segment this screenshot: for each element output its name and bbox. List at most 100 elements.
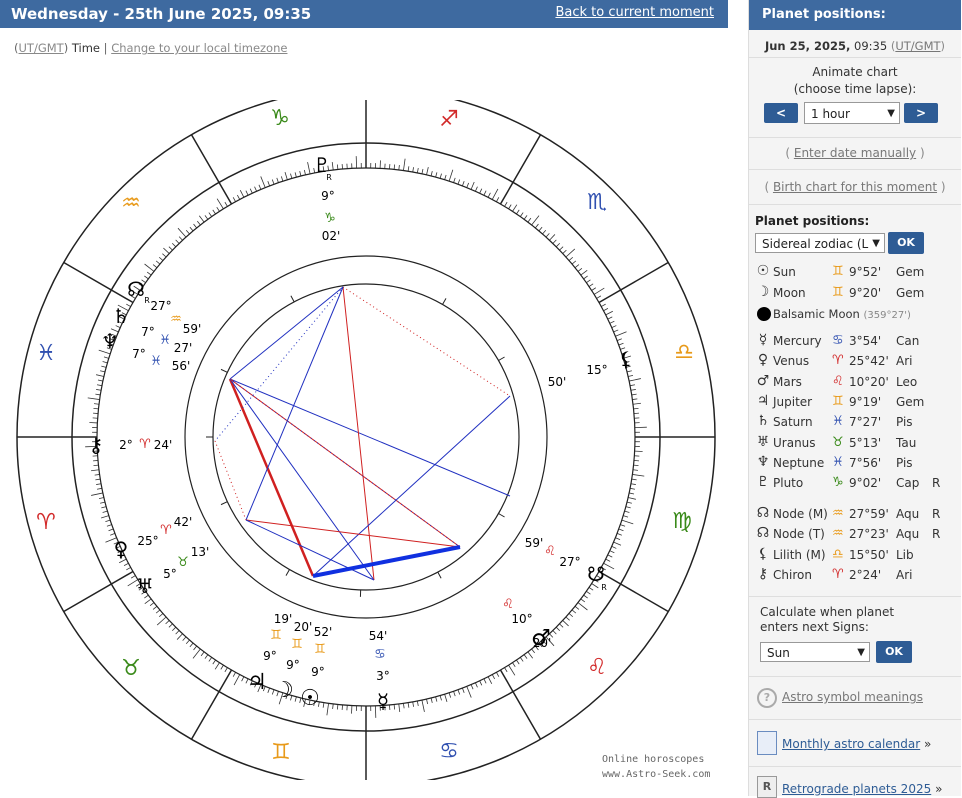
utc-link[interactable]: UT/GMT	[19, 41, 64, 55]
change-timezone-link[interactable]: Change to your local timezone	[111, 41, 287, 55]
degree-tick	[632, 394, 637, 395]
lilith-deg: 15°	[586, 363, 607, 377]
next-button[interactable]: >	[904, 103, 938, 123]
birth-chart-link[interactable]: Birth chart for this moment	[773, 180, 937, 194]
uranus-deg: 5°	[163, 567, 177, 581]
calc-planet-select[interactable]: Sun▼	[760, 642, 870, 662]
node-t-deg: 27°	[559, 555, 580, 569]
degree-tick	[431, 171, 432, 176]
degree-tick	[586, 591, 590, 594]
planet-row[interactable]: ⚷Chiron♈2°24'Ari	[755, 566, 961, 586]
chevron-down-icon: ▼	[887, 103, 895, 125]
degree-tick	[553, 240, 556, 244]
venus-sign: ♈	[160, 523, 172, 538]
sign-divider	[192, 135, 232, 204]
sagittarius-icon: ♐	[439, 107, 459, 132]
aspect-circle	[213, 284, 519, 590]
degree-tick	[597, 296, 601, 299]
calendar-icon	[757, 731, 777, 755]
retrograde-icon: R	[757, 776, 777, 798]
sign-icon: ♎	[832, 547, 844, 562]
selected-value: Sidereal zodiac (L	[762, 237, 868, 251]
utc-link[interactable]: UT/GMT	[895, 39, 940, 53]
planet-name: Node (M)	[773, 507, 828, 521]
degree-tick	[445, 175, 446, 180]
degree-tick	[300, 171, 301, 176]
degree-tick	[99, 498, 104, 499]
house-tick	[221, 369, 227, 372]
planet-row-moon[interactable]: ☽ Moon ♊ 9°20' Gem	[755, 284, 961, 304]
degree-tick	[634, 465, 639, 466]
planet-name: Moon	[773, 286, 806, 300]
planet-name: Node (T)	[773, 527, 825, 541]
degree-tick	[177, 634, 182, 640]
planet-row[interactable]: ♀Venus♈25°42'Ari	[755, 352, 961, 372]
pluto-deg: 9°	[321, 189, 335, 203]
degree-tick	[124, 563, 128, 565]
degree-tick	[575, 606, 579, 609]
monthly-calendar-link[interactable]: Monthly astro calendar	[782, 737, 920, 751]
time-lapse-select[interactable]: 1 hour▼	[804, 102, 900, 124]
node-t-sign: ♌	[544, 544, 556, 559]
sign-icon: ♒	[832, 506, 844, 521]
pluto-sign: ♑	[324, 211, 336, 226]
planet-row[interactable]: ☿Mercury♋3°54'Can	[755, 332, 961, 352]
planet-row-sun[interactable]: ☉ Sun ♊ 9°52' Gem	[755, 263, 961, 283]
planet-row[interactable]: ♃Jupiter♊9°19'Gem	[755, 393, 961, 413]
saturn-icon: ♄	[755, 413, 771, 429]
enter-date-link[interactable]: Enter date manually	[794, 146, 916, 160]
planet-row[interactable]: ☊Node (T)♒27°23'AquR	[755, 525, 961, 545]
degree-tick	[96, 389, 101, 390]
planet-row[interactable]: ♅Uranus♉5°13'Tau	[755, 434, 961, 454]
raquo: »	[935, 782, 942, 796]
degree-tick	[190, 227, 193, 231]
degree-tick	[528, 218, 531, 222]
degree-tick	[225, 668, 228, 672]
mercury-icon: ☿	[755, 332, 771, 348]
prev-button[interactable]: <	[764, 103, 798, 123]
retro-r: R	[326, 173, 332, 182]
zodiac-ok-button[interactable]: OK	[888, 232, 924, 254]
calc-ok-button[interactable]: OK	[876, 641, 912, 663]
zodiac-select[interactable]: Sidereal zodiac (L▼	[755, 233, 885, 253]
degree-tick	[205, 215, 208, 219]
back-to-current-link[interactable]: Back to current moment	[555, 5, 714, 20]
planet-row[interactable]: ♂Mars♌10°20'Leo	[755, 373, 961, 393]
node-m-glyph: ☊	[127, 277, 145, 301]
planet-degree: 27°23'	[849, 527, 889, 541]
degree-tick	[496, 197, 498, 201]
degree-tick	[408, 703, 409, 708]
planet-degree: 9°20'	[849, 286, 881, 300]
planet-row[interactable]: ♆Neptune♓7°56'Pis	[755, 454, 961, 474]
divider	[749, 596, 961, 597]
house-tick	[291, 296, 294, 302]
planet-row[interactable]: ⚸Lilith (M)♎15°50'Lib	[755, 546, 961, 566]
moon-sign: ♊	[291, 637, 303, 652]
degree-tick	[233, 197, 235, 201]
degree-tick	[458, 180, 460, 185]
uranus-min: 13'	[191, 545, 210, 559]
calc-label-line: enters next Signs:	[760, 620, 894, 635]
degree-tick	[153, 606, 157, 609]
degree-tick	[95, 474, 100, 475]
degree-tick	[394, 705, 395, 710]
degree-tick	[505, 668, 508, 672]
planet-row[interactable]: ♇Pluto♑9°02'CapR	[755, 474, 961, 494]
retrograde-planets-link[interactable]: Retrograde planets 2025	[782, 782, 931, 796]
chiron-deg: 2°	[119, 438, 133, 452]
astro-chart-wheel: ♑♐♏♎♍♌♋♊♉♈♓♒♇R9°♑02'☊R27°♒59'♄7°♓27'♆7°♓…	[0, 100, 728, 780]
degree-tick	[172, 243, 176, 247]
node-icon: ☊	[755, 505, 771, 521]
degree-tick	[199, 216, 204, 222]
degree-tick	[619, 343, 624, 345]
degree-tick	[532, 216, 539, 225]
planet-row[interactable]: ♄Saturn♓7°27'Pis	[755, 413, 961, 433]
degree-tick	[94, 465, 99, 466]
sign-icon: ♒	[832, 526, 844, 541]
symbol-meanings-link[interactable]: Astro symbol meanings	[782, 690, 923, 704]
degree-tick	[88, 398, 100, 400]
degree-tick	[97, 488, 102, 489]
sign-divider	[64, 263, 133, 303]
degree-tick	[91, 470, 99, 471]
planet-row[interactable]: ☊Node (M)♒27°59'AquR	[755, 505, 961, 525]
